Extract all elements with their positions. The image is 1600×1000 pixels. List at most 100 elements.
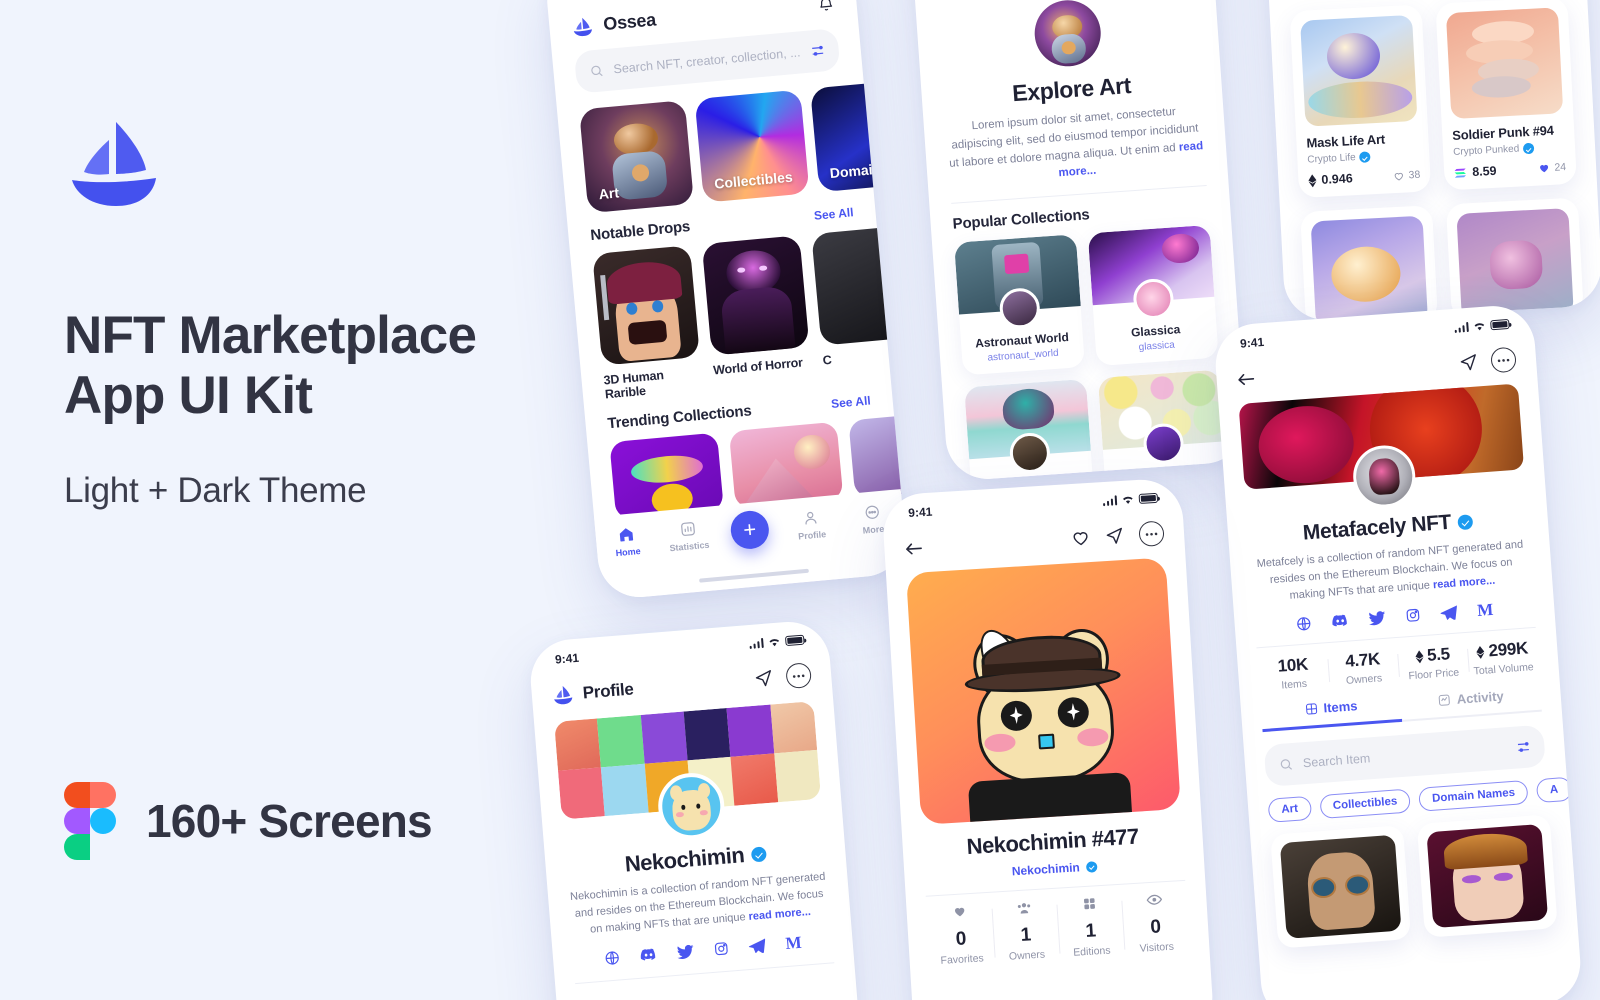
tab-profile[interactable]: Profile bbox=[779, 507, 843, 543]
see-all-link[interactable]: See All bbox=[831, 393, 872, 411]
drop-name: C bbox=[822, 352, 833, 368]
item-card[interactable] bbox=[1270, 825, 1412, 949]
notification-bell-icon[interactable] bbox=[817, 0, 836, 14]
drop-card[interactable]: 3D Human Rarible bbox=[592, 245, 703, 401]
item-card[interactable] bbox=[1416, 814, 1558, 938]
screens-count-label: 160+ Screens bbox=[146, 795, 433, 847]
medium-icon[interactable]: M bbox=[1477, 600, 1494, 620]
filter-pills: Art Collectibles Domain Names A bbox=[1267, 776, 1573, 823]
instagram-icon[interactable] bbox=[1405, 607, 1421, 623]
filter-pill-domain-names[interactable]: Domain Names bbox=[1418, 779, 1529, 812]
nft-grid: Mask Life Art Crypto Life 0.946 38 Soldi… bbox=[1289, 0, 1584, 322]
item-artwork bbox=[1426, 824, 1549, 929]
drop-card[interactable]: C bbox=[811, 225, 909, 381]
telegram-icon[interactable] bbox=[748, 938, 766, 954]
description-text: Metafcely is a collection of random NFT … bbox=[1256, 538, 1524, 602]
wifi-icon bbox=[1474, 323, 1485, 331]
medium-icon[interactable]: M bbox=[785, 933, 803, 953]
collection-name: 3D Skull Faces bbox=[971, 474, 1094, 482]
tab-label: Home bbox=[615, 545, 642, 559]
collection-card[interactable]: Dynamic Cubes dynamic_cubes bbox=[1097, 369, 1229, 482]
plus-fab-icon[interactable]: + bbox=[729, 509, 771, 551]
tab-add[interactable]: + bbox=[718, 509, 782, 551]
verified-badge-icon bbox=[1522, 142, 1535, 155]
collection-card[interactable]: Glassica glassica bbox=[1087, 225, 1219, 367]
category-tile-collectibles[interactable]: Collectibles bbox=[694, 89, 810, 203]
nft-card[interactable] bbox=[1445, 197, 1584, 321]
twitter-icon[interactable] bbox=[676, 944, 694, 959]
search-input[interactable]: Search NFT, creator, collection, ... bbox=[573, 27, 841, 94]
nft-card[interactable]: Soldier Punk #94 Crypto Punked 8.59 24 bbox=[1435, 0, 1577, 191]
globe-icon[interactable] bbox=[604, 949, 621, 966]
instagram-icon[interactable] bbox=[713, 941, 729, 957]
discord-icon[interactable] bbox=[640, 948, 658, 962]
filter-pill-more[interactable]: A bbox=[1536, 776, 1573, 804]
tab-activity[interactable]: Activity bbox=[1400, 684, 1542, 722]
status-indicators bbox=[1102, 492, 1159, 507]
back-arrow-icon[interactable] bbox=[904, 540, 924, 557]
promo-title-line-2: App UI Kit bbox=[64, 366, 313, 426]
item-search-input[interactable]: Search Item bbox=[1263, 724, 1546, 788]
profile-description: Nekochimin is a collection of random NFT… bbox=[568, 869, 831, 941]
stat-owners: 4.7K Owners bbox=[1327, 648, 1399, 688]
filter-pill-art[interactable]: Art bbox=[1267, 795, 1312, 823]
phone-mockup-collection: 9:41 Metafacely NFT Metafcely is a colle… bbox=[1212, 303, 1584, 1000]
filter-sliders-icon[interactable] bbox=[810, 43, 825, 58]
nft-likes[interactable]: 24 bbox=[1538, 161, 1566, 174]
tab-statistics[interactable]: Statistics bbox=[656, 518, 720, 554]
drop-artwork bbox=[811, 225, 909, 346]
category-tile-domain[interactable]: Domain bbox=[810, 79, 909, 193]
nft-card[interactable]: Mask Life Art Crypto Life 0.946 38 bbox=[1289, 4, 1432, 199]
stat-floor-price: 5.5 Floor Price bbox=[1397, 643, 1469, 683]
read-more-link[interactable]: read more... bbox=[748, 906, 811, 923]
nft-artwork bbox=[1445, 7, 1564, 120]
nft-likes[interactable]: 38 bbox=[1393, 169, 1421, 182]
activity-icon bbox=[1438, 694, 1450, 706]
phone-mockup-nft-grid: Mask Life Art Crypto Life 0.946 38 Soldi… bbox=[1258, 0, 1600, 322]
send-paperplane-icon[interactable] bbox=[754, 668, 774, 688]
heart-outline-icon[interactable] bbox=[1071, 528, 1091, 548]
nft-price: 0.946 bbox=[1308, 171, 1353, 187]
drop-artwork bbox=[701, 235, 810, 356]
twitter-icon[interactable] bbox=[1368, 610, 1386, 625]
discord-icon[interactable] bbox=[1331, 614, 1349, 628]
sailboat-icon bbox=[573, 17, 592, 36]
read-more-link[interactable]: read more... bbox=[1433, 575, 1496, 592]
description-text: Lorem ipsum dolor sit amet, consectetur … bbox=[948, 105, 1199, 170]
poster-stage: NFT Marketplace App UI Kit Light + Dark … bbox=[0, 0, 1600, 1000]
collection-description: Metafcely is a collection of random NFT … bbox=[1250, 536, 1533, 608]
notable-drops-list: 3D Human Rarible World of Horror C bbox=[592, 225, 909, 401]
telegram-icon[interactable] bbox=[1440, 605, 1458, 621]
more-options-button[interactable] bbox=[1490, 346, 1517, 374]
collection-card[interactable]: 3D Skull Faces 3d_skull_face bbox=[964, 379, 1096, 482]
globe-icon[interactable] bbox=[1295, 615, 1312, 632]
see-all-link[interactable]: See All bbox=[813, 205, 854, 223]
page-title: NFT Marketplace App UI Kit bbox=[64, 306, 534, 427]
more-options-button[interactable] bbox=[1138, 520, 1165, 547]
stat-value: 4.7K bbox=[1344, 649, 1381, 671]
collection-card[interactable]: Astronaut World astronaut_world bbox=[954, 234, 1086, 376]
tab-home[interactable]: Home bbox=[595, 523, 659, 559]
category-tile-art[interactable]: Art bbox=[579, 100, 695, 214]
stat-label: Owners bbox=[1345, 672, 1383, 687]
send-paperplane-icon[interactable] bbox=[1105, 526, 1125, 546]
promo-title-line-1: NFT Marketplace bbox=[64, 306, 477, 365]
drop-card[interactable]: World of Horror bbox=[701, 235, 813, 391]
nft-creator: Crypto Punked bbox=[1453, 141, 1565, 158]
status-bar: 9:41 bbox=[528, 619, 829, 669]
verified-badge-icon bbox=[1085, 860, 1098, 873]
stat-items: 10K Items bbox=[1257, 653, 1329, 693]
back-arrow-icon[interactable] bbox=[1236, 370, 1256, 387]
signal-bars-icon bbox=[1454, 321, 1469, 333]
filter-pill-collectibles[interactable]: Collectibles bbox=[1319, 788, 1412, 820]
signal-bars-icon bbox=[1102, 495, 1118, 507]
nft-card[interactable] bbox=[1300, 205, 1438, 322]
send-paperplane-icon[interactable] bbox=[1458, 352, 1478, 372]
filter-sliders-icon[interactable] bbox=[1516, 740, 1531, 755]
battery-icon bbox=[784, 634, 805, 647]
likes-count: 24 bbox=[1554, 161, 1567, 174]
trending-card[interactable] bbox=[848, 410, 909, 499]
more-options-button[interactable] bbox=[785, 662, 813, 690]
description-text: Nekochimin is a collection of random NFT… bbox=[569, 870, 826, 936]
tab-items[interactable]: Items bbox=[1260, 695, 1403, 733]
